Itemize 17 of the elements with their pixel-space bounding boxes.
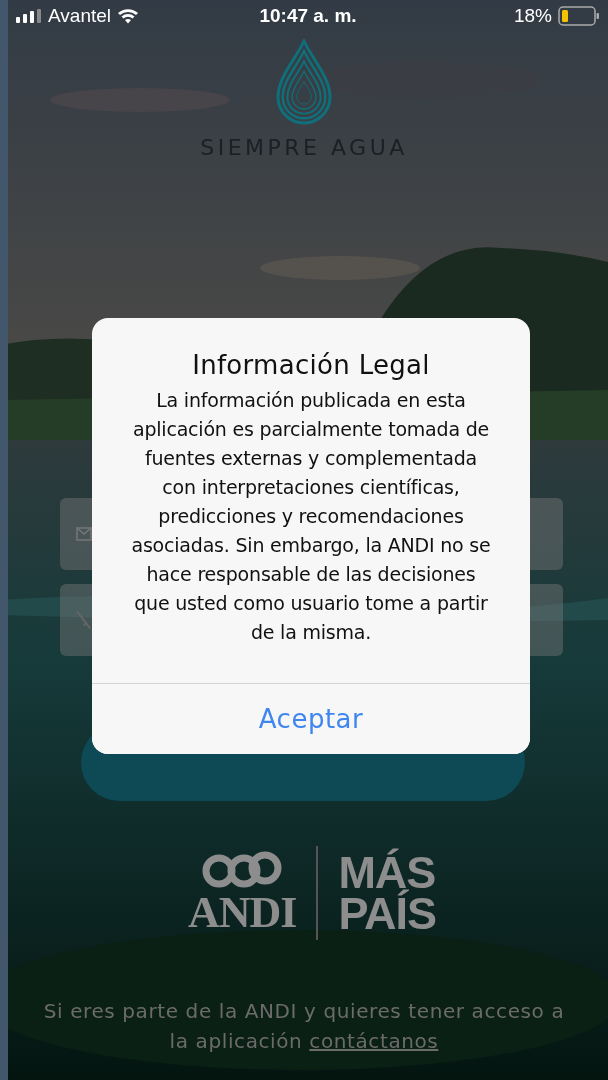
clock-time: 10:47 a. m. (259, 5, 357, 27)
dialog-message: La información publicada en esta aplicación es parcialmente tomada de fuentes externas y complementada con interpretaciones científicas, predicciones y recomendaciones asociadas. Sin embargo, la ANDI no se hace responsable de las decisiones que usted como usuario tome a partir de la misma. (130, 388, 492, 645)
wifi-icon (117, 8, 140, 24)
input-field-end[interactable] (529, 498, 563, 570)
envelope-icon (75, 527, 92, 541)
accept-button[interactable]: Aceptar (92, 683, 530, 754)
input-field-end[interactable] (529, 584, 563, 656)
battery-percent: 18% (514, 5, 552, 27)
input-field[interactable] (59, 584, 92, 656)
partner-logo: ANDI (187, 891, 297, 935)
battery-icon (558, 6, 600, 26)
signal-icon (16, 9, 42, 23)
contact-link[interactable]: contáctanos (309, 1029, 439, 1053)
footer-text: Si eres parte de la ANDI y quieres tener acceso a la aplicación contáctanos (42, 998, 566, 1055)
carrier-name: Avantel (48, 5, 112, 27)
input-field[interactable] (59, 498, 92, 570)
dialog-title: Información Legal (191, 350, 431, 380)
